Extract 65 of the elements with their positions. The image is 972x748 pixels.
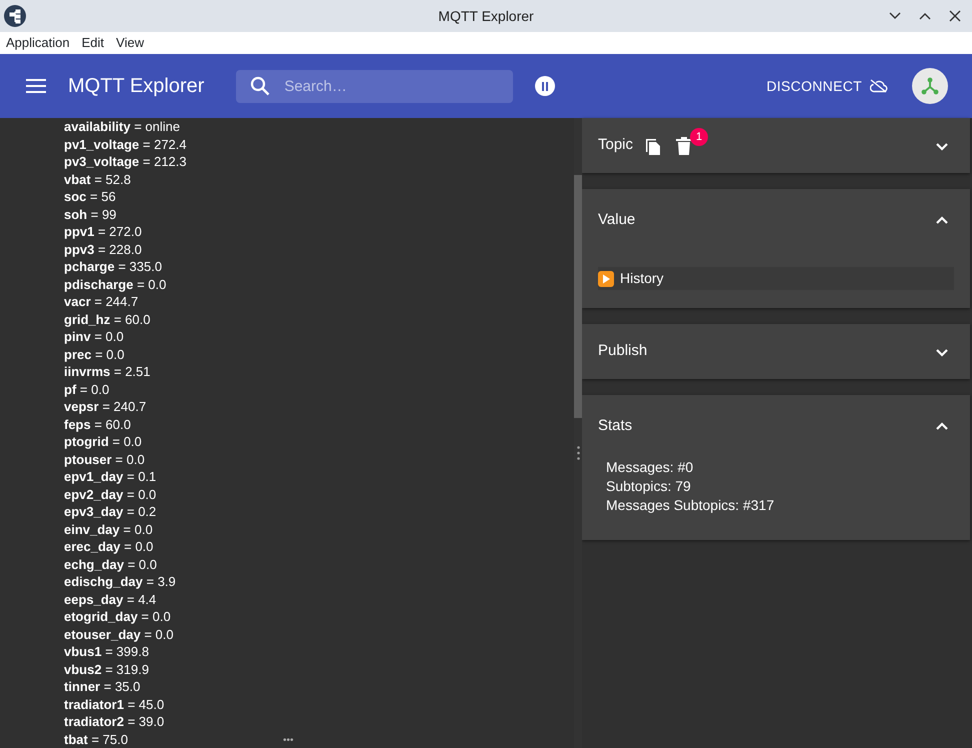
tree-node[interactable]: tinner = 35.0: [64, 678, 140, 696]
tree-node[interactable]: tradiator2 = 39.0: [64, 713, 164, 730]
pause-icon: [541, 82, 550, 90]
history-toggle[interactable]: History: [598, 267, 954, 290]
tree-node[interactable]: vbat = 52.8: [64, 170, 131, 188]
tree-node[interactable]: etouser_day = 0.0: [64, 626, 174, 643]
nodes-icon: [921, 77, 939, 95]
cloud-off-icon: [870, 79, 888, 93]
search-icon: [250, 76, 270, 96]
menu-item[interactable]: Edit: [82, 33, 104, 53]
tree-node[interactable]: pv3_voltage = 212.3: [64, 153, 187, 170]
disconnect-button[interactable]: DISCONNECT: [760, 74, 894, 98]
tree-node[interactable]: vbus1 = 399.8: [64, 643, 149, 660]
tree-node[interactable]: tradiator1 = 45.0: [64, 696, 164, 713]
app-icon: [4, 5, 26, 27]
tree-node[interactable]: pdischarge = 0.0: [64, 276, 166, 293]
splitter-handle-icon[interactable]: [577, 446, 580, 460]
panel-title[interactable]: Stats: [598, 415, 632, 438]
tree-node[interactable]: pinv = 0.0: [64, 328, 124, 346]
tree-node[interactable]: vepsr = 240.7: [64, 398, 146, 416]
trash-icon[interactable]: [676, 136, 692, 154]
tree-node[interactable]: grid_hz = 60.0: [64, 310, 150, 328]
stats-line: Messages Subtopics: #317: [605, 496, 776, 515]
tree-node[interactable]: pcharge = 335.0: [64, 258, 162, 276]
tree-node[interactable]: feps = 60.0: [64, 416, 131, 433]
tree-node[interactable]: edischg_day = 3.9: [64, 573, 176, 590]
tree-node[interactable]: soc = 56: [64, 188, 116, 206]
tree-node[interactable]: vacr = 244.7: [64, 293, 138, 310]
tree-node[interactable]: soh = 99: [64, 206, 116, 223]
tree-node[interactable]: vbus2 = 319.9: [64, 660, 149, 678]
tree-node[interactable]: prec = 0.0: [64, 346, 124, 363]
tree-node[interactable]: epv1_day = 0.1: [64, 468, 156, 486]
tree-node[interactable]: availability = online: [64, 118, 180, 136]
stats-line: Subtopics: 79: [605, 477, 692, 496]
panel-title[interactable]: Value: [598, 209, 636, 232]
stats-line: Messages: #0: [605, 458, 694, 477]
tree-node[interactable]: ptogrid = 0.0: [64, 433, 142, 450]
tree-node[interactable]: ptouser = 0.0: [64, 450, 145, 468]
menu-icon[interactable]: [26, 79, 46, 93]
tree-node[interactable]: iinvrms = 2.51: [64, 363, 150, 380]
tree-node[interactable]: epv2_day = 0.0: [64, 486, 156, 503]
panel-title[interactable]: Topic: [598, 134, 634, 157]
menu-item[interactable]: View: [116, 33, 144, 53]
panel-title[interactable]: Publish: [598, 340, 648, 363]
tree-node[interactable]: erec_day = 0.0: [64, 538, 154, 556]
more-icon[interactable]: •••: [283, 733, 294, 748]
tree-node[interactable]: pv1_voltage = 272.4: [64, 136, 187, 153]
tree-node[interactable]: einv_day = 0.0: [64, 520, 153, 538]
tree-node[interactable]: ppv3 = 228.0: [64, 240, 142, 258]
app-title: MQTT Explorer: [68, 74, 204, 99]
scrollbar-thumb[interactable]: [574, 175, 582, 418]
avatar-button[interactable]: [912, 68, 948, 104]
menu-item[interactable]: Application: [6, 33, 70, 53]
play-icon: [598, 270, 614, 286]
tree-node[interactable]: eeps_day = 4.4: [64, 590, 156, 608]
tree-node[interactable]: ppv1 = 272.0: [64, 223, 142, 240]
close-icon[interactable]: [948, 9, 962, 23]
pause-button[interactable]: [535, 76, 556, 96]
tree-node[interactable]: pf = 0.0: [64, 380, 110, 398]
tree-node[interactable]: epv3_day = 0.2: [64, 503, 156, 520]
count-badge: 1: [690, 128, 708, 146]
tree-node[interactable]: echg_day = 0.0: [64, 556, 157, 573]
tree-node[interactable]: tbat = 75.0: [64, 730, 128, 748]
window-title: MQTT Explorer: [438, 6, 534, 26]
tree-node[interactable]: etogrid_day = 0.0: [64, 608, 171, 626]
